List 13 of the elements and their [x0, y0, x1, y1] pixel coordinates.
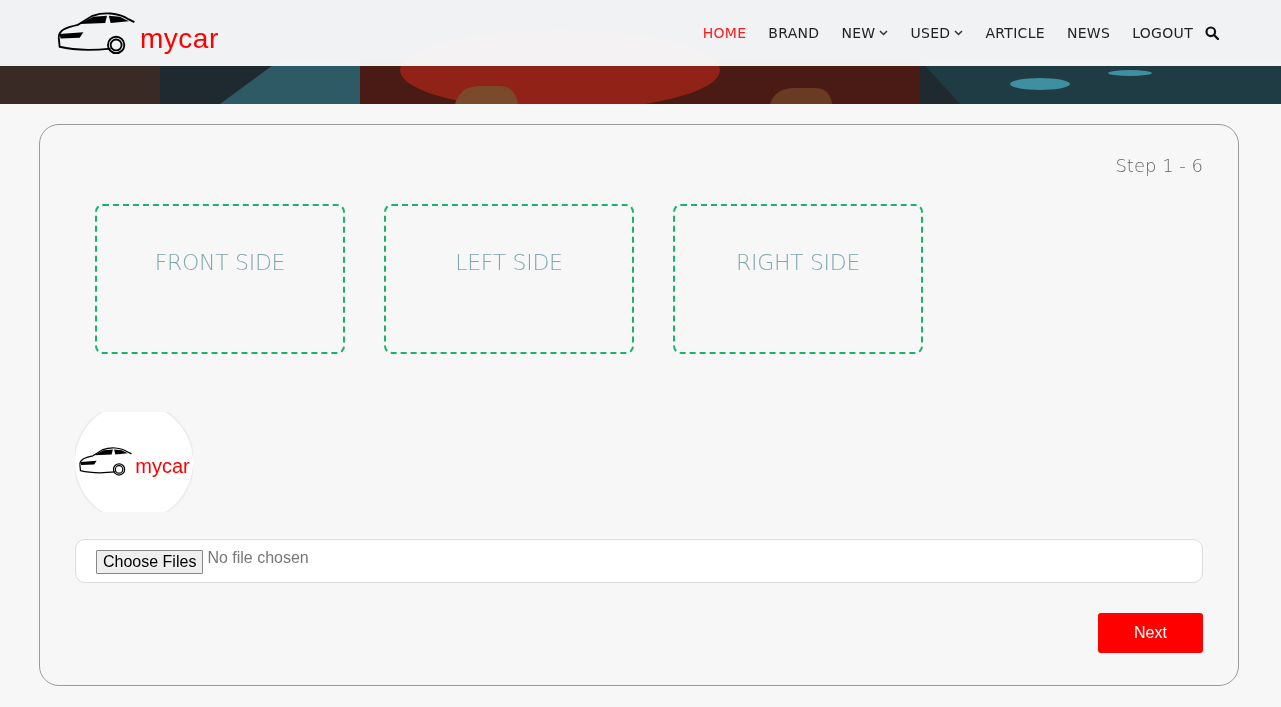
nav-link[interactable]: USED [910, 25, 964, 41]
file-upload-field[interactable]: Choose Files No file chosen [75, 539, 1203, 583]
step-indicator: Step 1 - 6 [1115, 155, 1203, 176]
logo-text: mycar [135, 454, 190, 478]
nav-link[interactable]: BRAND [768, 25, 820, 41]
nav-link[interactable]: NEW [841, 25, 889, 41]
nav-link[interactable]: NEWS [1066, 25, 1111, 41]
file-status: No file chosen [207, 549, 309, 567]
logo-text[interactable]: mycar [140, 25, 219, 53]
choose-files-button[interactable]: Choose Files [96, 550, 204, 574]
next-button[interactable]: Next [1098, 613, 1203, 653]
nav-link[interactable]: ARTICLE [985, 25, 1045, 41]
nav-link[interactable]: LOGOUT [1132, 25, 1193, 41]
